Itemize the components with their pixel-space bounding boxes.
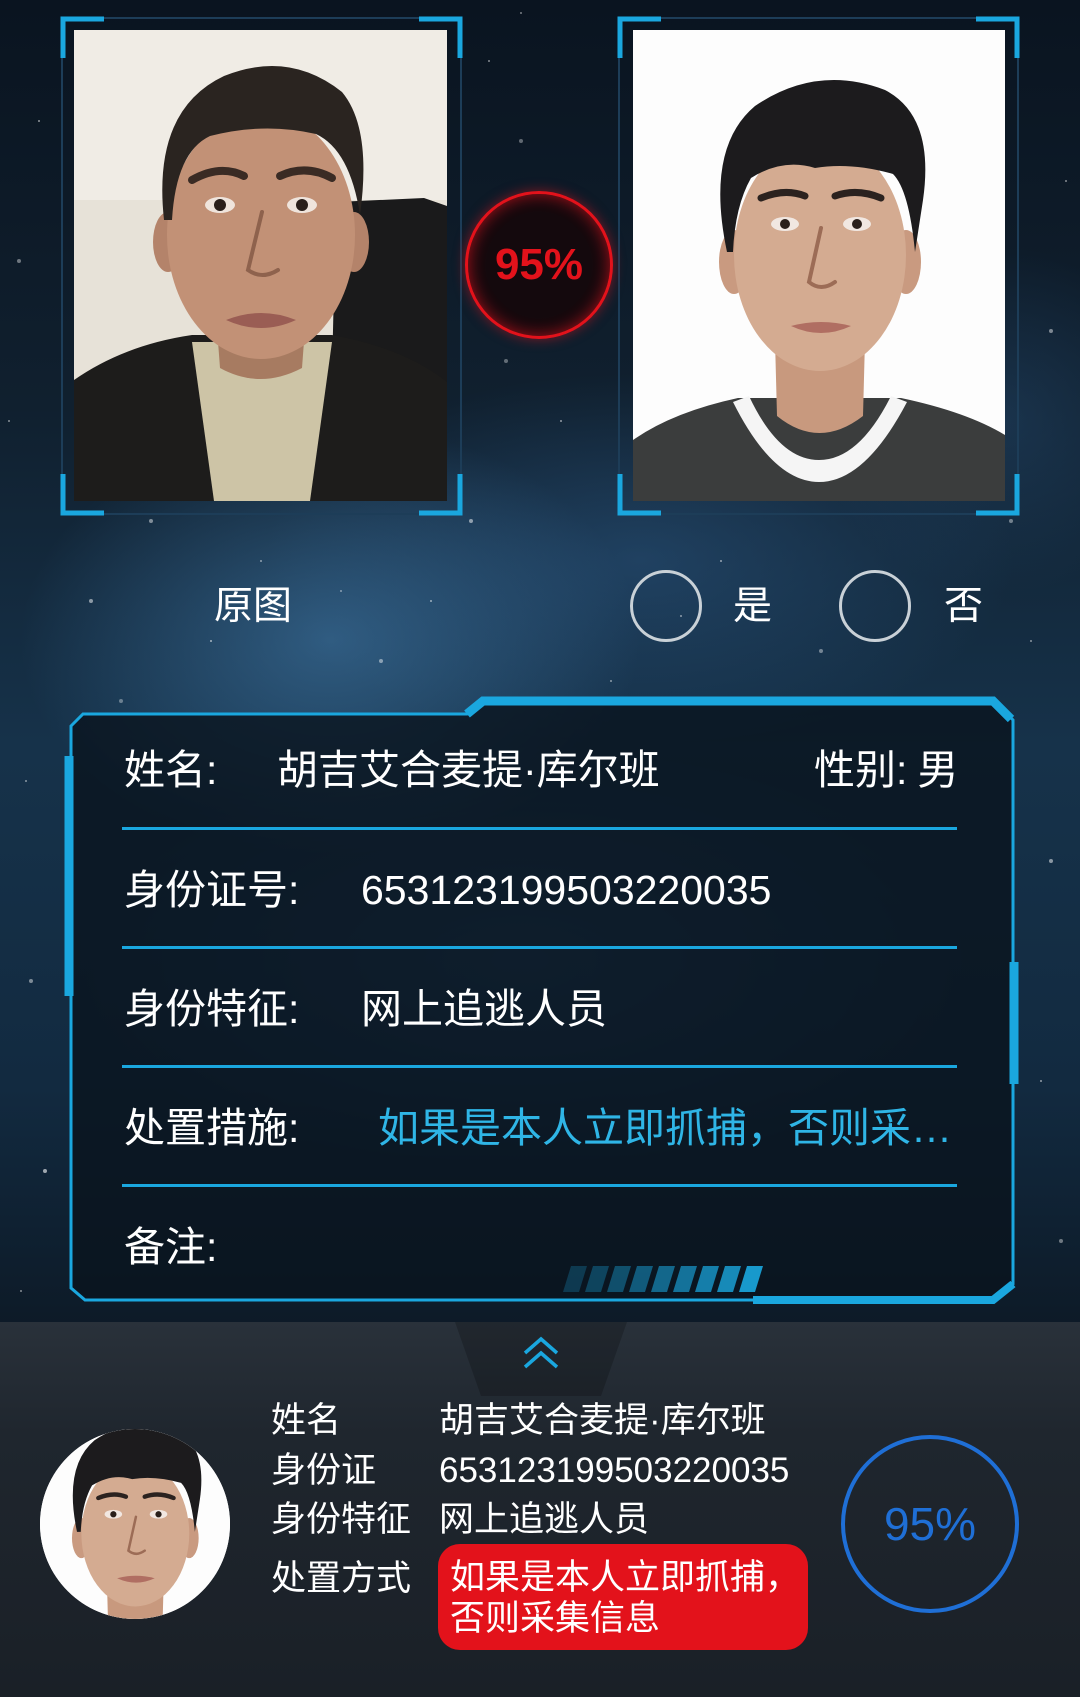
id-number-label: 身份证号: — [124, 867, 300, 913]
summary-measure-line: 否则采集信息 — [450, 1599, 661, 1638]
summary-id-label: 身份证 — [271, 1451, 377, 1490]
radio-yes-label[interactable]: 是 — [733, 583, 772, 631]
id-number-value: 653123199503220035 — [361, 867, 772, 913]
info-panel-stripes — [563, 1266, 763, 1292]
gender-field: 性别: 男 — [814, 745, 958, 795]
row-divider — [122, 1065, 957, 1068]
summary-measure-label: 处置方式 — [271, 1559, 412, 1598]
row-divider — [122, 946, 957, 949]
gender-value: 男 — [917, 747, 959, 793]
original-image-label: 原图 — [214, 585, 293, 628]
captured-face-photo — [74, 30, 447, 501]
captured-photo-frame — [60, 16, 463, 516]
radio-no[interactable] — [839, 570, 911, 642]
row-divider — [122, 1184, 957, 1187]
summary-measure-line: 如果是本人立即抓捕， — [450, 1558, 801, 1597]
summary-feature-label: 身份特征 — [271, 1500, 412, 1539]
identity-feature-value: 网上追逃人员 — [361, 986, 607, 1032]
measure-label: 处置措施: — [124, 1105, 300, 1151]
double-chevron-up-icon[interactable] — [521, 1335, 561, 1371]
summary-match-score-badge: 95% — [841, 1435, 1019, 1613]
summary-name-value: 胡吉艾合麦提·库尔班 — [439, 1401, 766, 1440]
summary-name-label: 姓名 — [271, 1401, 342, 1440]
measure-value[interactable]: 如果是本人立即抓捕，否则采… — [378, 1103, 1008, 1153]
summary-id-value: 653123199503220035 — [439, 1451, 790, 1490]
face-match-screen: 95% 原图 是 否 姓名: 胡吉艾合麦提·库尔班 性别: 男 身份证号: 65… — [0, 0, 1080, 1697]
gender-label: 性别: — [814, 747, 908, 793]
row-divider — [122, 827, 957, 830]
match-score-text: 95% — [494, 240, 584, 289]
remark-label: 备注: — [124, 1224, 218, 1270]
summary-measure-alert: 如果是本人立即抓捕， 否则采集信息 — [438, 1544, 808, 1650]
avatar-face-photo — [40, 1429, 230, 1619]
match-score-badge: 95% — [465, 191, 613, 339]
starfield-background — [0, 0, 2, 2]
radio-yes[interactable] — [630, 570, 702, 642]
name-label: 姓名: — [124, 747, 218, 793]
radio-no-label[interactable]: 否 — [944, 583, 983, 631]
identity-feature-label: 身份特征: — [124, 986, 300, 1032]
name-value: 胡吉艾合麦提·库尔班 — [277, 747, 660, 793]
summary-feature-value: 网上追逃人员 — [439, 1500, 650, 1539]
avatar — [40, 1429, 230, 1619]
database-face-photo — [633, 30, 1005, 501]
database-photo-frame — [617, 16, 1020, 516]
summary-match-score-text: 95% — [883, 1498, 977, 1550]
